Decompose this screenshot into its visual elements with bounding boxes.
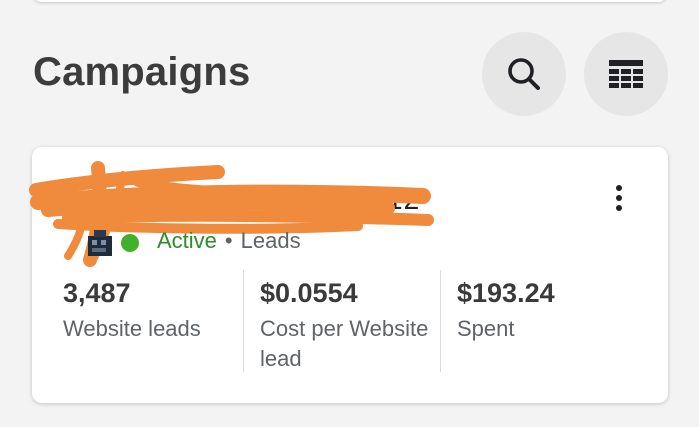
- metric-value: $193.24: [457, 278, 555, 308]
- metric-label: Spent: [457, 316, 515, 341]
- more-vertical-icon: [616, 185, 622, 211]
- metric-value: 3,487: [63, 278, 131, 308]
- brand-logo-icon: [88, 230, 112, 256]
- metric-website-leads: 3,487 Website leads: [63, 276, 238, 344]
- status-indicator: [121, 234, 139, 252]
- metric-divider: [243, 270, 244, 372]
- search-button[interactable]: [482, 32, 566, 116]
- metric-value: $0.0554: [260, 278, 358, 308]
- previous-card-edge: [32, 0, 668, 2]
- status-line: Active • Leads: [157, 228, 301, 254]
- metric-spent: $193.24 Spent: [457, 276, 637, 344]
- page-title: Campaigns: [33, 50, 251, 94]
- status-text: Active: [157, 228, 217, 253]
- metric-cost-per-lead: $0.0554 Cost per Website lead: [260, 276, 440, 374]
- search-icon: [508, 58, 540, 90]
- metric-label: Cost per Website lead: [260, 316, 429, 371]
- table-view-button[interactable]: [584, 32, 668, 116]
- more-options-button[interactable]: [604, 180, 634, 216]
- table-view-icon: [609, 60, 643, 88]
- campaign-objective: Leads: [240, 228, 301, 253]
- status-separator: •: [224, 228, 233, 253]
- metric-label: Website leads: [63, 316, 201, 341]
- metric-divider: [440, 270, 441, 372]
